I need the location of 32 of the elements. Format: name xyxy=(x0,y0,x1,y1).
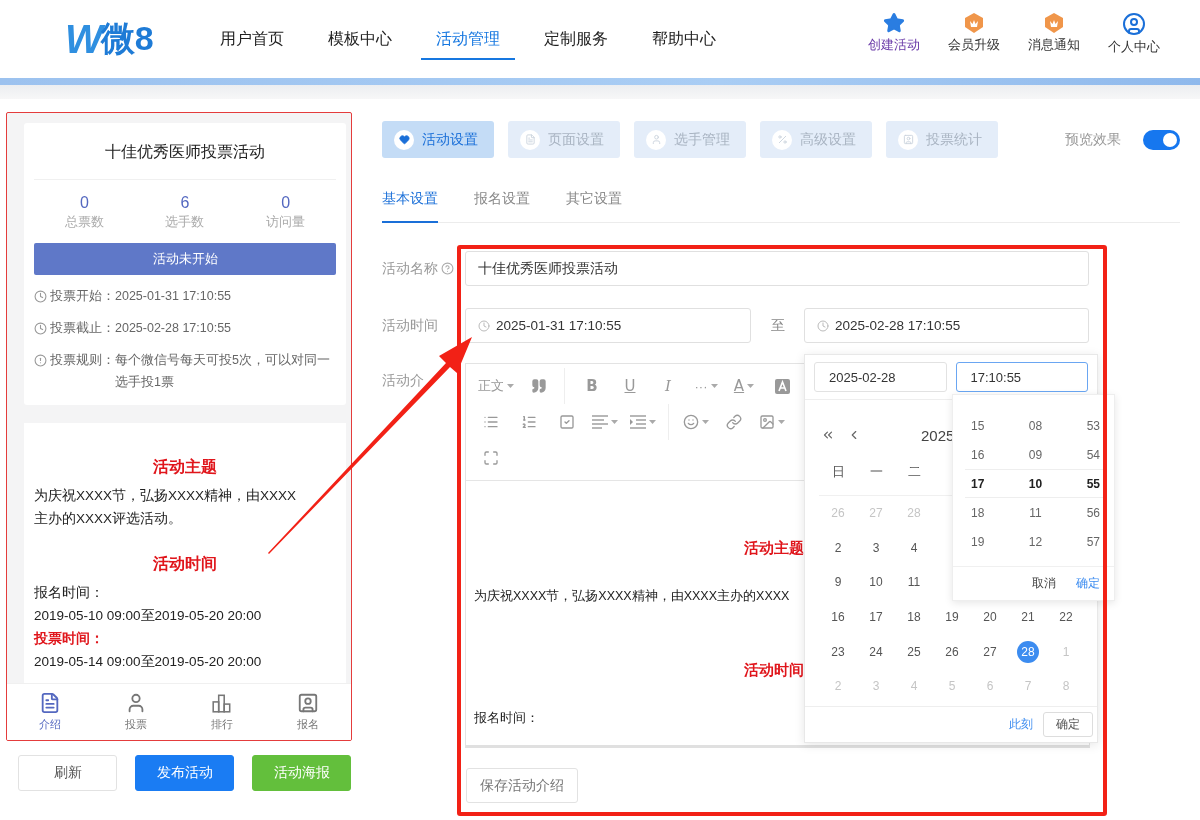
stat-value: 0 xyxy=(79,194,89,212)
weekday-label: 二 xyxy=(895,450,933,496)
content-text: 2019-05-10 09:00至2019-05-20 20:00 xyxy=(34,607,263,625)
info-label: 投票截止： xyxy=(50,320,115,337)
content-text: 2019-05-14 09:00至2019-05-20 20:00 xyxy=(34,653,263,671)
stat-label: 选手数 xyxy=(165,213,205,231)
stat-value: 6 xyxy=(180,194,190,212)
info-value: 2025-02-28 17:10:55 xyxy=(115,320,232,337)
content-text: 为庆祝XXXX节，弘扬XXXX精神，由XXXX主办的XXXX评选活动。 xyxy=(34,487,298,528)
field-label: 活动名称 xyxy=(382,259,438,278)
content-text: 报名时间： xyxy=(34,584,105,602)
stat-label: 总票数 xyxy=(64,213,104,231)
info-label: 投票开始： xyxy=(50,288,115,305)
content-label: 投票时间： xyxy=(34,630,105,648)
field-label: 活动介 xyxy=(382,371,424,390)
content-text: 为庆祝XXXX节，弘扬XXXX精神，由XXXX主办的XXXX xyxy=(474,588,791,605)
section-heading: 活动主题 xyxy=(152,457,218,477)
section-heading: 活动时间 xyxy=(743,661,804,680)
info-label: 投票规则： xyxy=(50,352,115,369)
section-heading: 活动主题 xyxy=(743,539,804,558)
section-heading: 活动时间 xyxy=(152,554,218,574)
stat-value: 0 xyxy=(281,194,291,212)
activity-title: 十佳优秀医师投票活动 xyxy=(34,123,336,180)
weekday-label: 日 xyxy=(819,450,857,496)
toggle-label: 预览效果 xyxy=(1065,130,1121,149)
stat-label: 访问量 xyxy=(266,213,306,231)
weekday-label: 一 xyxy=(857,450,895,496)
content-text: 报名时间： xyxy=(474,710,540,727)
info-value: 2025-01-31 17:10:55 xyxy=(115,288,232,305)
info-value: 每个微信号每天可投5次，可以对同一选手投1票 xyxy=(115,352,331,391)
field-label: 活动时间 xyxy=(382,316,438,335)
range-separator: 至 xyxy=(769,317,786,335)
